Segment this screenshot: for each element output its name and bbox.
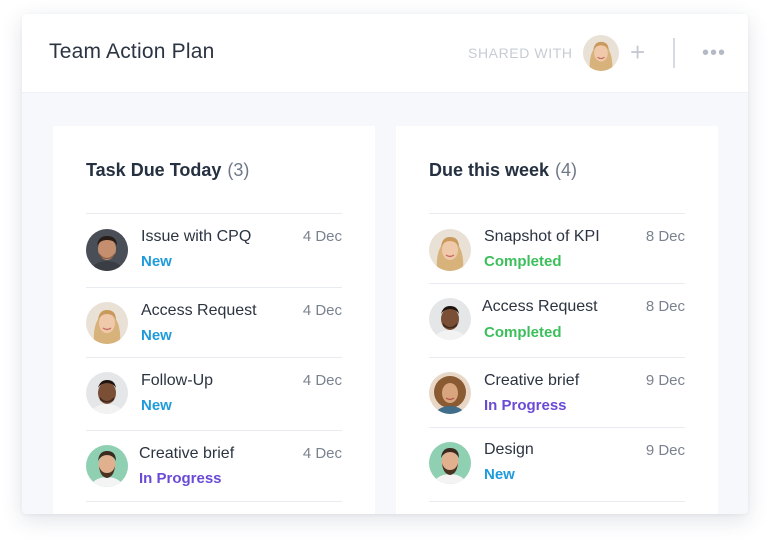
shared-avatar[interactable] [583,35,619,71]
team-action-plan-card: Team Action Plan SHARED WITH + ••• Task … [22,14,748,514]
task-row[interactable]: Design New 9 Dec [429,427,685,502]
task-name: Design [484,441,534,458]
task-name: Creative brief [484,372,580,389]
status-badge: Completed [484,253,562,270]
column-title-text: Task Due Today [86,160,222,180]
card-header: Team Action Plan SHARED WITH + ••• [22,14,748,93]
header-divider [673,38,675,68]
task-row[interactable]: Access Request Completed 8 Dec [429,283,685,358]
column-due-today: Task Due Today (3) Issue with CPQ New 4 D… [53,126,375,514]
status-badge: New [141,327,172,344]
task-date: 4 Dec [302,228,342,245]
task-name: Snapshot of KPI [484,228,600,245]
column-title: Due this week (4) [429,160,577,181]
column-title-text: Due this week [429,160,550,180]
man-beard-avatar [86,445,128,487]
woman-blonde-avatar [429,229,471,271]
task-date: 4 Dec [302,372,342,389]
column-count: (3) [227,160,250,180]
task-name: Creative brief [139,445,235,462]
task-date: 8 Dec [645,228,685,245]
status-badge: In Progress [484,397,567,414]
woman-blonde-avatar [86,302,128,344]
shared-avatars[interactable] [583,35,623,71]
status-badge: New [484,466,515,483]
more-options-icon[interactable]: ••• [702,42,726,65]
task-name: Access Request [482,298,598,315]
task-row[interactable]: Access Request New 4 Dec [86,287,342,358]
task-date: 9 Dec [645,442,685,459]
man-dark-skin-avatar [86,372,128,414]
task-row[interactable]: Snapshot of KPI Completed 8 Dec [429,213,685,284]
status-badge: In Progress [139,470,222,487]
column-due-this-week: Due this week (4) Snapshot of KPI Complet… [396,126,718,514]
task-name: Follow-Up [141,372,214,389]
task-row[interactable]: Follow-Up New 4 Dec [86,357,342,431]
shared-with-label: SHARED WITH [468,45,573,61]
task-row[interactable]: Creative brief In Progress 9 Dec [429,357,685,428]
add-person-icon[interactable]: + [630,37,645,68]
task-row[interactable]: Creative brief In Progress 4 Dec [86,430,342,502]
task-date: 9 Dec [645,372,685,389]
task-name: Access Request [141,302,257,319]
woman-blonde-avatar [583,35,619,71]
task-name: Issue with CPQ [141,228,252,245]
status-badge: New [141,253,172,270]
column-title: Task Due Today (3) [86,160,249,181]
task-date: 4 Dec [302,302,342,319]
task-date: 4 Dec [302,445,342,462]
man-dark-skin-avatar [429,298,471,340]
woman-curly-avatar [429,372,471,414]
task-date: 8 Dec [645,298,685,315]
page-title: Team Action Plan [49,40,215,63]
status-badge: Completed [484,324,562,341]
column-count: (4) [555,160,578,180]
man-beard-avatar [429,442,471,484]
status-badge: New [141,397,172,414]
task-row[interactable]: Issue with CPQ New 4 Dec [86,213,342,288]
man-dark-hair-avatar [86,229,128,271]
